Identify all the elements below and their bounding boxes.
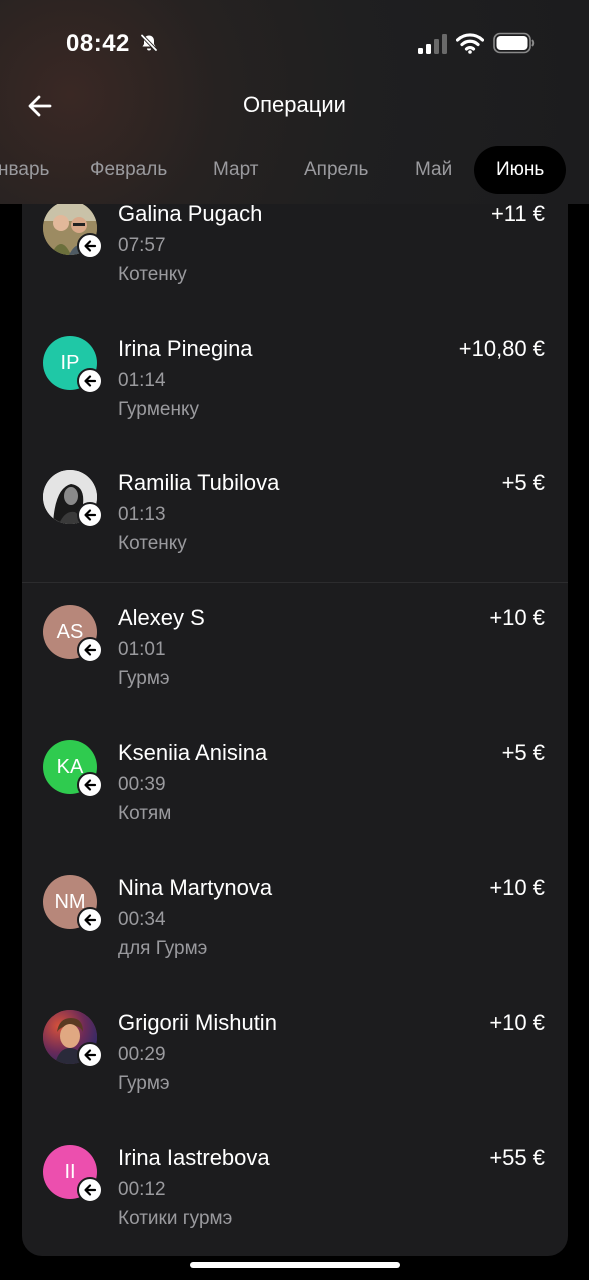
transaction-amount: +55 € — [489, 1145, 545, 1170]
transaction-comment: Гурменку — [118, 399, 200, 420]
incoming-arrow-icon — [77, 1042, 103, 1068]
transaction-row[interactable]: KA Kseniia Anisina 00:39 Котям +5 € — [22, 740, 568, 875]
transaction-time: 01:01 — [118, 639, 166, 660]
status-bar: 08:42 — [0, 0, 589, 88]
avatar-initials: KA — [56, 755, 84, 778]
sender-name: Nina Martynova — [118, 875, 273, 900]
transaction-row[interactable]: II Irina Iastrebova 00:12 Котики гурмэ +… — [22, 1145, 568, 1280]
transaction-time: 07:57 — [118, 235, 166, 256]
incoming-arrow-icon — [77, 907, 103, 933]
transaction-amount: +5 € — [501, 470, 545, 495]
home-indicator — [190, 1262, 400, 1268]
wifi-icon — [456, 33, 484, 54]
transaction-comment: Гурмэ — [118, 668, 170, 689]
transaction-time: 00:12 — [118, 1179, 166, 1200]
month-tabs: нварь Февраль Март Апрель Май Июнь — [0, 146, 589, 194]
transaction-row[interactable]: AS Alexey S 01:01 Гурмэ +10 € — [22, 605, 568, 740]
transaction-time: 00:34 — [118, 909, 166, 930]
transaction-row[interactable]: Grigorii Mishutin 00:29 Гурмэ +10 € — [22, 1010, 568, 1145]
transaction-row[interactable]: Ramilia Tubilova 01:13 Котенку +5 € — [22, 470, 568, 605]
transaction-time: 00:29 — [118, 1044, 166, 1065]
page-title: Операции — [243, 92, 346, 117]
sender-name: Alexey S — [118, 605, 205, 630]
transaction-row[interactable]: NM Nina Martynova 00:34 для Гурмэ +10 € — [22, 875, 568, 1010]
tab-april[interactable]: Апрель — [304, 146, 368, 194]
avatar-initials: AS — [56, 620, 84, 643]
incoming-arrow-icon — [77, 502, 103, 528]
transaction-amount: +10,80 € — [458, 336, 545, 361]
sender-name: Galina Pugach — [118, 201, 263, 226]
bell-slash-icon — [140, 34, 158, 52]
incoming-arrow-icon — [77, 772, 103, 798]
transaction-amount: +10 € — [489, 1010, 545, 1035]
transaction-row[interactable]: Galina Pugach 07:57 Котенку +11 € — [22, 201, 568, 336]
transaction-comment: для Гурмэ — [118, 938, 208, 959]
incoming-arrow-icon — [77, 233, 103, 259]
incoming-arrow-icon — [77, 368, 103, 394]
tab-june[interactable]: Июнь — [474, 146, 567, 194]
transaction-comment: Гурмэ — [118, 1073, 170, 1094]
sender-name: Kseniia Anisina — [118, 740, 268, 765]
sender-name: Ramilia Tubilova — [118, 470, 280, 495]
transaction-row[interactable]: IP Irina Pinegina 01:14 Гурменку +10,80 … — [22, 336, 568, 471]
transaction-comment: Котенку — [118, 533, 187, 554]
transaction-time: 01:13 — [118, 504, 166, 525]
status-time: 08:42 — [66, 30, 130, 57]
transaction-amount: +10 € — [489, 605, 545, 630]
sender-name: Grigorii Mishutin — [118, 1010, 277, 1035]
transaction-amount: +5 € — [501, 740, 545, 765]
avatar-initials: IP — [60, 351, 80, 374]
transaction-comment: Котенку — [118, 264, 187, 285]
cellular-signal-icon — [418, 34, 447, 54]
incoming-arrow-icon — [77, 637, 103, 663]
incoming-arrow-icon — [77, 1177, 103, 1203]
tab-march[interactable]: Март — [213, 146, 258, 194]
battery-icon — [493, 32, 535, 54]
tab-may[interactable]: Май — [415, 146, 452, 194]
avatar-initials: II — [64, 1160, 76, 1183]
sender-name: Irina Iastrebova — [118, 1145, 270, 1170]
transaction-comment: Котям — [118, 803, 172, 824]
top-header: 08:42 Операции нварь Февраль Март Апрель… — [0, 0, 589, 204]
transaction-amount: +10 € — [489, 875, 545, 900]
transaction-amount: +11 € — [490, 201, 545, 226]
tab-january[interactable]: нварь — [0, 146, 49, 194]
transaction-comment: Котики гурмэ — [118, 1208, 233, 1229]
sender-name: Irina Pinegina — [118, 336, 253, 361]
tab-february[interactable]: Февраль — [90, 146, 167, 194]
transaction-time: 00:39 — [118, 774, 166, 795]
transaction-time: 01:14 — [118, 370, 166, 391]
